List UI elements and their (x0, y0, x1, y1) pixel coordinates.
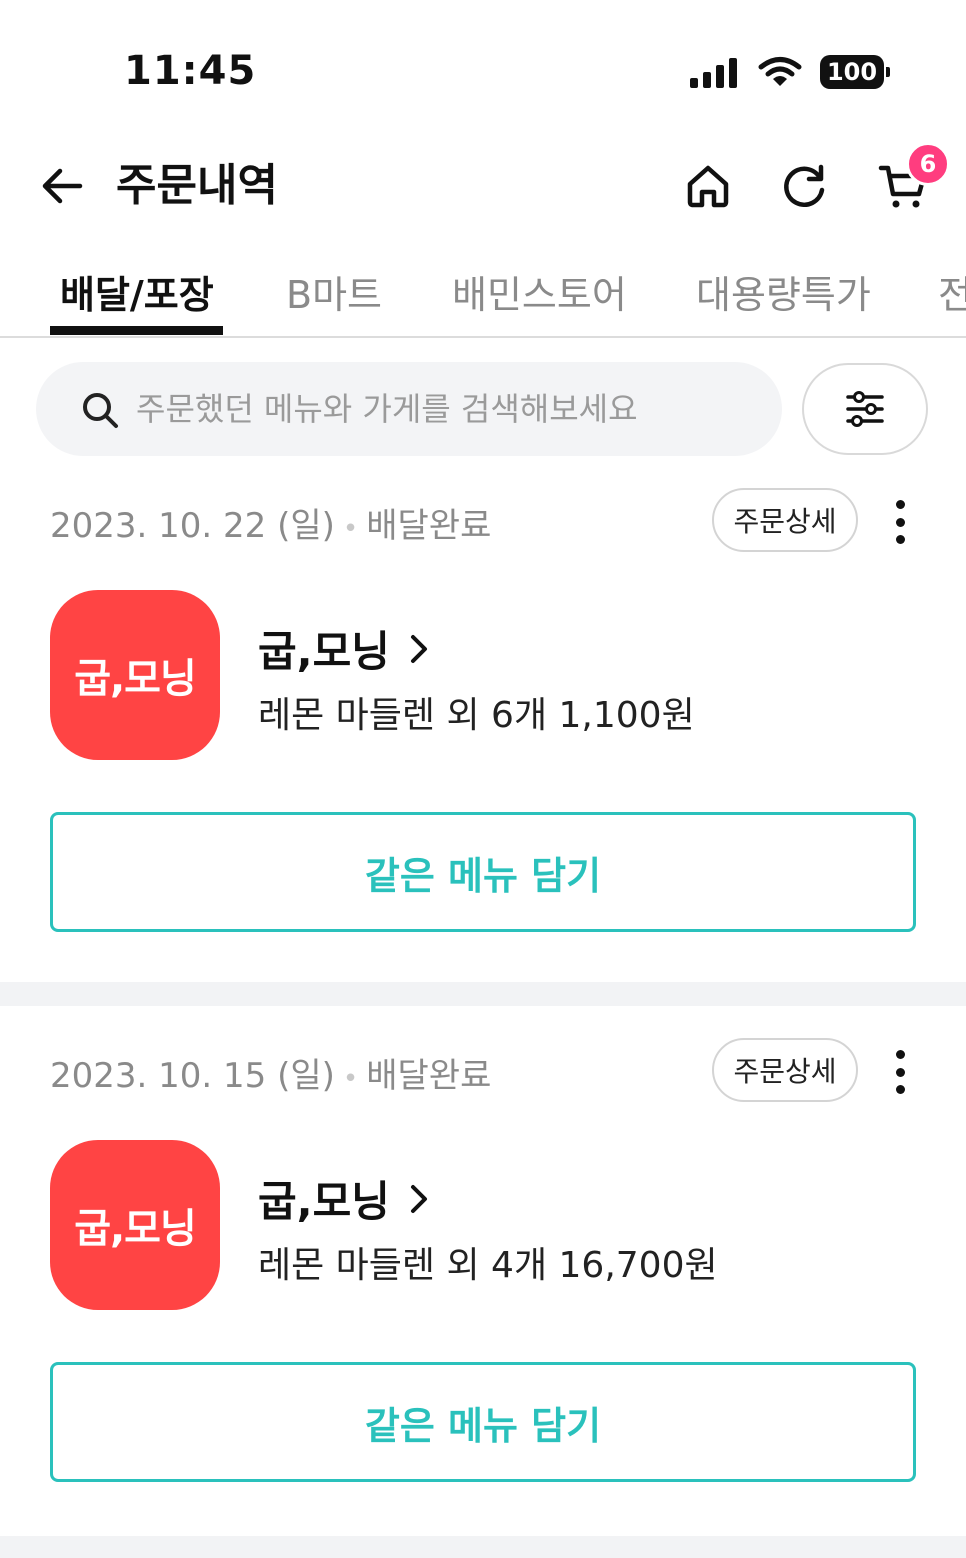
order-date-status: 2023. 10. 22 (일) • 배달완료 (50, 498, 491, 547)
store-name: 굽,모닝 (258, 627, 390, 676)
order-card: 2023. 10. 15 (일) • 배달완료 주문상세 굽,모닝 굽,모닝 레몬 … (0, 1010, 966, 1556)
status-icons: 100 (690, 52, 890, 92)
store-logo[interactable]: 굽,모닝 (50, 1140, 220, 1310)
order-card: 2023. 10. 22 (일) • 배달완료 주문상세 굽,모닝 굽,모닝 레몬 … (0, 460, 966, 1006)
page-title: 주문내역 (116, 160, 278, 211)
chevron-right-icon (410, 1184, 427, 1213)
more-options-button[interactable] (880, 1044, 920, 1100)
arrow-left-icon (42, 168, 83, 204)
order-summary: 레몬 마들렌 외 4개 16,700원 (258, 1245, 718, 1286)
battery-icon: 100 (820, 55, 890, 89)
reorder-same-menu-button[interactable]: 같은 메뉴 담기 (50, 1362, 916, 1482)
home-button[interactable] (676, 154, 740, 218)
search-icon (83, 393, 118, 428)
separator-dot: • (342, 1064, 359, 1094)
more-options-button[interactable] (880, 494, 920, 550)
cart-count-badge: 6 (906, 142, 950, 186)
more-dot-icon (895, 1085, 905, 1094)
sliders-icon (846, 391, 884, 427)
order-status: 배달완료 (366, 1056, 492, 1096)
active-tab-indicator (50, 326, 223, 335)
section-divider (0, 982, 966, 1006)
order-summary: 레몬 마들렌 외 6개 1,100원 (258, 695, 695, 736)
store-name-link[interactable]: 굽,모닝 (258, 1168, 434, 1229)
more-dot-icon (895, 517, 905, 527)
wifi-icon (758, 57, 802, 86)
more-dot-icon (895, 500, 905, 509)
more-dot-icon (895, 1067, 905, 1077)
order-detail-button[interactable]: 주문상세 (712, 1038, 858, 1102)
order-date-status: 2023. 10. 15 (일) • 배달완료 (50, 1048, 491, 1097)
filter-button[interactable] (802, 363, 928, 455)
more-dot-icon (895, 1050, 905, 1059)
section-divider (0, 1536, 966, 1558)
search-input[interactable] (136, 376, 736, 442)
order-date: 2023. 10. 22 (일) (50, 506, 335, 546)
category-tabs: 배달/포장 B마트 배민스토어 대용량특가 전 (0, 250, 966, 338)
tab-delivery-takeout[interactable]: 배달/포장 (60, 264, 214, 319)
refresh-button[interactable] (772, 154, 836, 218)
reorder-same-menu-button[interactable]: 같은 메뉴 담기 (50, 812, 916, 932)
store-name: 굽,모닝 (258, 1177, 390, 1226)
tab-baemin-store[interactable]: 배민스토어 (452, 264, 627, 319)
app-header: 주문내역 (0, 140, 966, 236)
order-status: 배달완료 (366, 506, 492, 546)
status-bar: 11:45 100 (0, 0, 966, 140)
tab-partial[interactable]: 전 (938, 264, 966, 319)
tab-bmart[interactable]: B마트 (286, 264, 382, 319)
store-name-link[interactable]: 굽,모닝 (258, 618, 434, 679)
order-detail-button[interactable]: 주문상세 (712, 488, 858, 552)
signal-icon (690, 58, 737, 88)
order-date: 2023. 10. 15 (일) (50, 1056, 335, 1096)
back-button[interactable] (34, 158, 90, 214)
chevron-right-icon (410, 634, 427, 663)
status-time: 11:45 (124, 48, 257, 94)
store-logo[interactable]: 굽,모닝 (50, 590, 220, 760)
home-icon (687, 165, 729, 208)
tab-bulk-deals[interactable]: 대용량특가 (696, 264, 871, 319)
refresh-icon (784, 164, 825, 208)
order-history-screen: 11:45 100 주문내역 6 배달/포장 B마트 배민스토어 대용량특가 전… (0, 0, 966, 1558)
separator-dot: • (342, 514, 359, 544)
more-dot-icon (895, 535, 905, 544)
